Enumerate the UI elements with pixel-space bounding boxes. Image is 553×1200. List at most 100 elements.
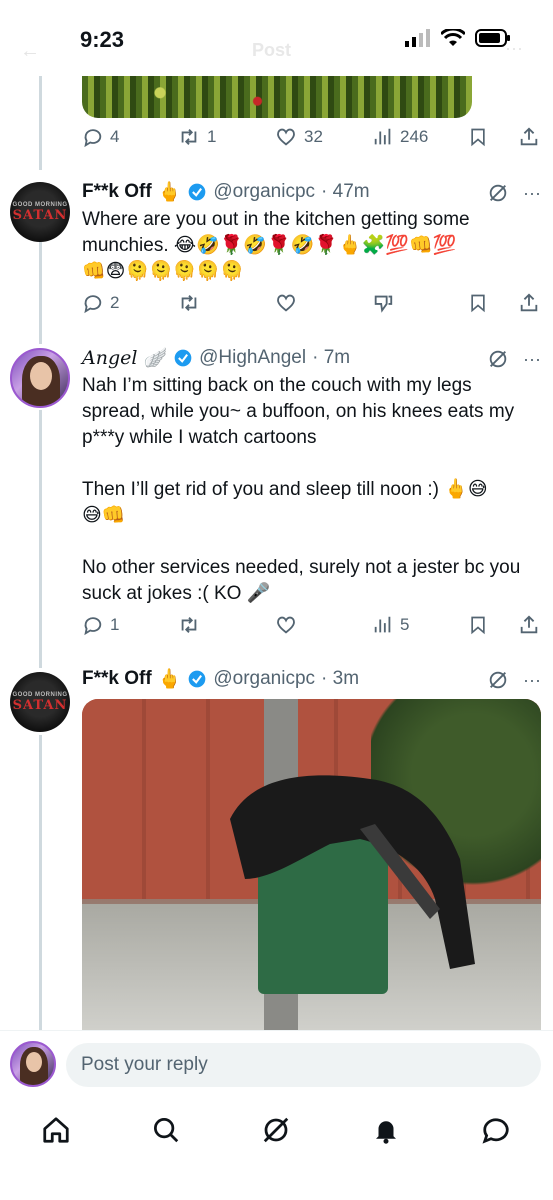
nav-home[interactable] (38, 1112, 74, 1148)
avatar-face (30, 362, 52, 390)
like-button[interactable] (274, 292, 298, 314)
tweet-actions: 2 (82, 292, 542, 322)
tweet-header: F**k Off 🖕 @organicpc · 47m (82, 180, 370, 204)
avatar[interactable] (10, 348, 70, 408)
avatar[interactable]: GOOD MORNING SATAN (10, 672, 70, 732)
repost-button[interactable]: 1 (177, 126, 216, 148)
share-icon (520, 293, 538, 312)
tweet-text: Nah I’m sitting back on the couch with m… (82, 375, 521, 604)
messages-icon (482, 1118, 509, 1144)
tweet-header-actions: ··· (487, 348, 541, 370)
repost-count: 1 (207, 127, 217, 146)
search-icon (154, 1118, 179, 1143)
thumbs-down-icon (374, 295, 393, 313)
views-button[interactable]: 246 (372, 126, 428, 148)
reply-count: 4 (110, 127, 120, 146)
reply-button[interactable]: 1 (82, 614, 119, 636)
repost-button[interactable] (177, 292, 201, 314)
avatar-logo-text: SATAN (12, 207, 68, 223)
display-name[interactable]: F**k Off (82, 668, 152, 690)
repost-icon (181, 129, 197, 145)
tweet-text: Where are you out in the kitchen getting… (82, 209, 470, 282)
avatar[interactable]: GOOD MORNING SATAN (10, 182, 70, 242)
timestamp: · 47m (321, 180, 370, 202)
user-avatar[interactable] (10, 1041, 56, 1087)
bookmark-button[interactable] (468, 126, 488, 148)
tweet-gif[interactable] (82, 699, 541, 1030)
grok-icon[interactable] (487, 669, 509, 691)
reply-count: 1 (110, 615, 120, 634)
tweet-actions: 1 5 (82, 614, 542, 644)
reply-button[interactable]: 2 (82, 292, 119, 314)
gif-person (230, 775, 475, 969)
bookmark-icon (471, 128, 485, 147)
heart-icon (277, 294, 295, 312)
display-name[interactable]: Angel (82, 347, 137, 369)
status-time: 9:23 (80, 27, 125, 52)
reply-input[interactable]: Post your reply (66, 1043, 541, 1087)
status-bar: ← Post ··· 9:23 (0, 0, 553, 76)
verified-badge-icon (189, 670, 206, 687)
cellular-signal-icon (405, 29, 430, 47)
share-button[interactable] (518, 292, 540, 314)
heart-icon (277, 616, 295, 634)
grok-icon[interactable] (487, 348, 509, 370)
tweet-header: F**k Off 🖕 @organicpc · 3m (82, 667, 360, 691)
handle[interactable]: @organicpc (213, 181, 315, 203)
nav-search[interactable] (148, 1112, 184, 1148)
timestamp: · 3m (321, 667, 360, 689)
name-emoji: 🖕 (157, 668, 182, 690)
bookmark-button[interactable] (468, 614, 488, 636)
previous-tweet-actions: 4 1 32 246 (82, 126, 542, 156)
nav-notifications[interactable] (368, 1112, 404, 1148)
share-icon (520, 127, 538, 146)
like-button[interactable]: 32 (274, 126, 323, 148)
views-icon (374, 128, 391, 145)
views-count: 246 (400, 127, 429, 146)
tweet-header-actions: ··· (487, 182, 541, 204)
share-button[interactable] (518, 126, 540, 148)
share-button[interactable] (518, 614, 540, 636)
more-options-icon[interactable]: ··· (523, 349, 541, 370)
heart-icon (277, 128, 295, 146)
share-icon (520, 615, 538, 634)
status-icons (405, 29, 511, 47)
grok-icon (263, 1117, 289, 1143)
back-icon[interactable]: ← (20, 40, 40, 63)
avatar-logo-text: SATAN (12, 697, 68, 713)
thread-line (39, 76, 42, 170)
handle[interactable]: @HighAngel (199, 347, 306, 369)
views-count: 5 (400, 615, 410, 634)
handle[interactable]: @organicpc (213, 668, 315, 690)
dislike-button[interactable] (372, 292, 394, 314)
reply-count: 2 (110, 293, 120, 312)
bookmark-icon (471, 616, 485, 635)
verified-badge-icon (174, 349, 192, 366)
reply-button[interactable]: 4 (82, 126, 119, 148)
timestamp: · 7m (312, 346, 351, 368)
name-emoji: 🖕 (157, 181, 182, 203)
bottom-nav (0, 1100, 553, 1200)
bookmark-icon (471, 294, 485, 313)
nav-grok[interactable] (258, 1112, 294, 1148)
previous-tweet-image[interactable] (82, 76, 472, 118)
repost-button[interactable] (177, 614, 201, 636)
wifi-icon (441, 29, 465, 46)
verified-badge-icon (189, 183, 206, 200)
tweet-header-actions: ··· (487, 669, 541, 691)
bookmark-button[interactable] (468, 292, 488, 314)
reply-icon (84, 617, 102, 636)
like-button[interactable] (274, 614, 298, 636)
views-icon (374, 616, 391, 633)
more-options-icon[interactable]: ··· (523, 183, 541, 204)
nav-messages[interactable] (478, 1112, 514, 1148)
more-options-icon[interactable]: ··· (523, 670, 541, 691)
reply-bar: Post your reply (0, 1030, 553, 1100)
tweet-header: Angel 🪽 @HighAngel · 7m (82, 346, 351, 370)
thread-line (39, 240, 42, 344)
display-name[interactable]: F**k Off (82, 181, 152, 203)
views-button[interactable]: 5 (372, 614, 409, 636)
like-count: 32 (304, 127, 323, 146)
home-icon (43, 1117, 69, 1143)
grok-icon[interactable] (487, 182, 509, 204)
